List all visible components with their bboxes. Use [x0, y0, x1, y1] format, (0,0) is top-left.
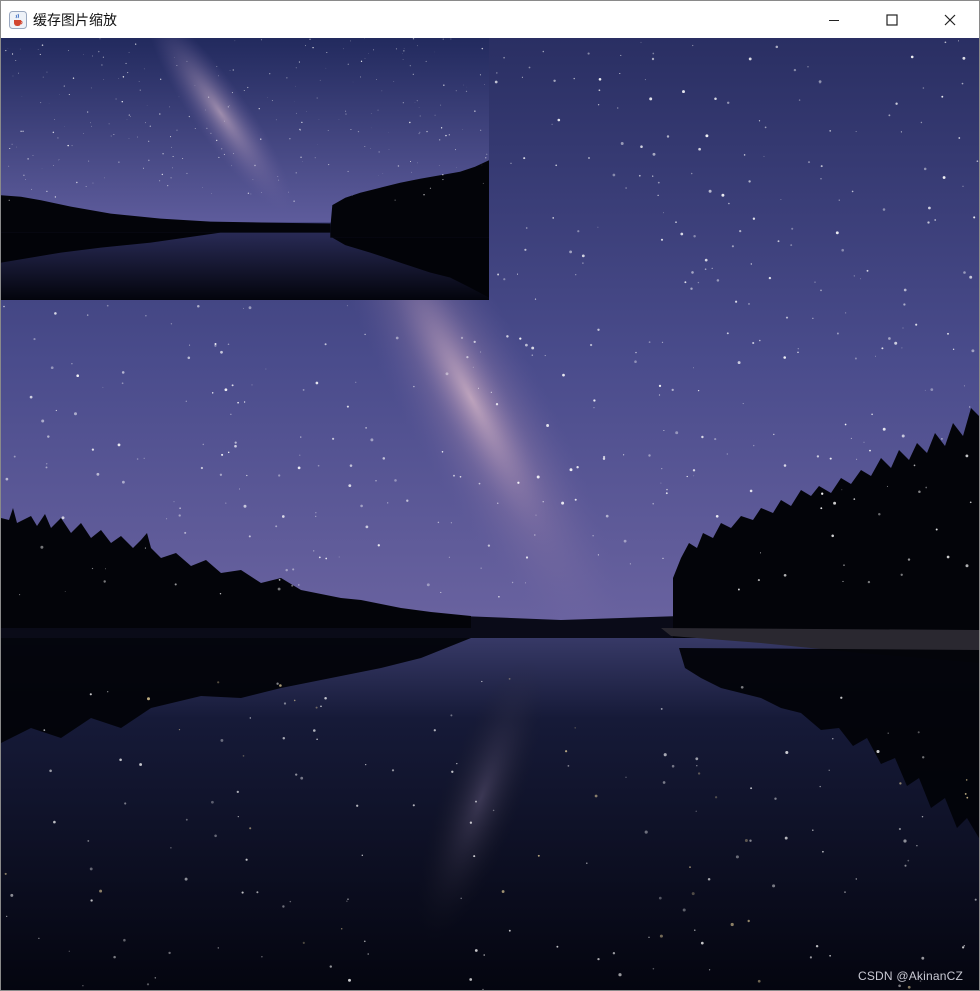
window-title: 缓存图片缩放 [33, 12, 117, 29]
watermark-text: CSDN @AkinanCZ [857, 969, 963, 983]
minimize-button[interactable] [805, 1, 863, 38]
window-controls [805, 1, 979, 38]
close-icon [944, 14, 956, 25]
title-bar[interactable]: 缓存图片缩放 [1, 1, 979, 38]
close-button[interactable] [921, 1, 979, 38]
maximize-button[interactable] [863, 1, 921, 38]
image-canvas: CSDN @AkinanCZ [1, 38, 979, 990]
thumbnail-image [1, 38, 489, 300]
maximize-icon [886, 13, 898, 26]
app-window: 缓存图片缩放 CSDN @AkinanCZ [0, 0, 980, 991]
minimize-icon [829, 19, 839, 21]
java-cup-icon [9, 10, 27, 29]
thumbnail-night-sky-image [1, 38, 489, 300]
